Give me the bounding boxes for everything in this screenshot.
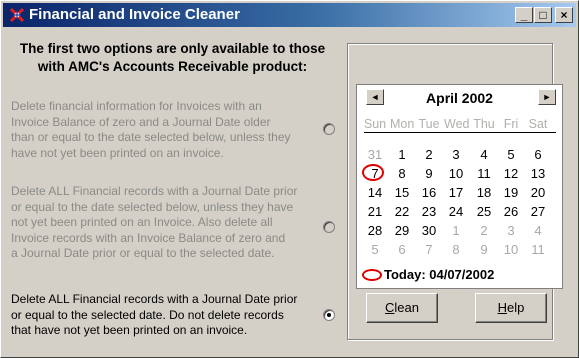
option-1-description: Delete financial information for Invoice…	[11, 99, 311, 161]
option-3-radio[interactable]	[323, 309, 335, 321]
calendar-day[interactable]: 30	[417, 223, 441, 238]
option-3-line: that have not yet been printed on an inv…	[11, 323, 248, 337]
today-label[interactable]: Today: 04/07/2002	[384, 267, 494, 282]
weekday-label: Thu	[473, 117, 495, 131]
weekday-label: Mon	[390, 117, 415, 131]
app-icon	[9, 7, 25, 23]
help-button[interactable]: Help	[475, 293, 547, 323]
month-calendar: ◄ April 2002 ► Sun Mon Tue Wed Thu Fri S…	[356, 84, 563, 289]
calendar-day[interactable]: 19	[499, 185, 523, 200]
option-3-line: or equal to the selected date. Do not de…	[11, 307, 284, 322]
window-title: Financial and Invoice Cleaner	[29, 6, 240, 23]
calendar-day[interactable]: 28	[363, 223, 387, 238]
calendar-day[interactable]: 3	[499, 223, 523, 238]
clean-button[interactable]: Clean	[366, 293, 438, 323]
option-2-line: Invoice records with an Invoice Balance …	[11, 230, 286, 245]
option-2-line: not yet been printed on an Invoice. Also…	[11, 215, 273, 229]
calendar-day[interactable]: 5	[363, 242, 387, 257]
option-2-description: Delete ALL Financial records with a Jour…	[11, 184, 311, 262]
weekday-label: Tue	[418, 117, 440, 131]
calendar-day[interactable]: 21	[363, 204, 387, 219]
calendar-day[interactable]: 8	[444, 242, 468, 257]
calendar-day[interactable]: 6	[390, 242, 414, 257]
heading-line-2: with AMC's Accounts Receivable product:	[37, 59, 308, 74]
weekday-label: Sat	[528, 117, 548, 131]
calendar-day[interactable]: 6	[526, 147, 550, 162]
option-2-line: a Journal Date prior or equal to the sel…	[11, 246, 275, 260]
calendar-day[interactable]: 10	[499, 242, 523, 257]
calendar-day[interactable]: 29	[390, 223, 414, 238]
today-circle-icon	[362, 269, 382, 281]
option-1-line: Delete financial information for Invoice…	[11, 99, 262, 113]
calendar-day[interactable]: 9	[472, 242, 496, 257]
calendar-day[interactable]: 31	[363, 147, 387, 162]
calendar-day[interactable]: 9	[417, 166, 441, 181]
maximize-button[interactable]: □	[534, 7, 552, 23]
weekday-label: Wed	[444, 117, 470, 131]
calendar-day[interactable]: 2	[417, 147, 441, 162]
calendar-day[interactable]: 26	[499, 204, 523, 219]
calendar-day[interactable]: 11	[526, 242, 550, 257]
options-heading: The first two options are only available…	[10, 40, 335, 76]
radio-selected-dot	[327, 313, 331, 317]
calendar-day[interactable]: 1	[444, 223, 468, 238]
calendar-day[interactable]: 8	[390, 166, 414, 181]
calendar-day[interactable]: 14	[363, 185, 387, 200]
option-1-line: than or equal to the date selected below…	[11, 130, 291, 144]
option-3-description: Delete ALL Financial records with a Jour…	[11, 292, 311, 339]
option-2-line: or equal to the date selected below, unl…	[11, 199, 294, 214]
option-2-line: Delete ALL Financial records with a Jour…	[11, 184, 298, 198]
calendar-day[interactable]: 18	[472, 185, 496, 200]
option-3-line: Delete ALL Financial records with a Jour…	[11, 292, 298, 306]
title-bar[interactable]: Financial and Invoice Cleaner _ □ ×	[3, 3, 576, 27]
calendar-day[interactable]: 22	[390, 204, 414, 219]
calendar-day[interactable]: 15	[390, 185, 414, 200]
calendar-day[interactable]: 23	[417, 204, 441, 219]
calendar-day[interactable]: 24	[444, 204, 468, 219]
calendar-day[interactable]: 25	[472, 204, 496, 219]
clean-hotkey: C	[385, 300, 395, 315]
calendar-day[interactable]: 20	[526, 185, 550, 200]
calendar-day[interactable]: 1	[390, 147, 414, 162]
weekday-label: Fri	[503, 117, 519, 131]
help-hotkey: H	[497, 300, 508, 315]
calendar-day[interactable]: 7	[417, 242, 441, 257]
calendar-day[interactable]: 5	[499, 147, 523, 162]
calendar-day[interactable]: 11	[472, 166, 496, 181]
calendar-day[interactable]: 4	[472, 147, 496, 162]
calendar-day[interactable]: 10	[444, 166, 468, 181]
option-1-line: Invoice Balance of zero and a Journal Da…	[11, 114, 271, 129]
calendar-day[interactable]: 16	[417, 185, 441, 200]
calendar-day[interactable]: 27	[526, 204, 550, 219]
close-button[interactable]: ×	[555, 7, 573, 23]
heading-line-1: The first two options are only available…	[19, 41, 326, 56]
weekday-label: Sun	[363, 117, 387, 131]
option-1-radio[interactable]	[323, 123, 335, 135]
option-2-radio[interactable]	[323, 221, 335, 233]
calendar-day[interactable]: 12	[499, 166, 523, 181]
calendar-day[interactable]: 2	[472, 223, 496, 238]
calendar-day[interactable]: 4	[526, 223, 550, 238]
option-1-line: have not yet been printed on an invoice.	[11, 145, 224, 160]
help-label-rest: elp	[507, 300, 525, 315]
selected-day-circle	[362, 164, 384, 181]
calendar-day[interactable]: 3	[444, 147, 468, 162]
weekday-divider	[364, 132, 556, 133]
minimize-button[interactable]: _	[515, 7, 533, 23]
calendar-day[interactable]: 13	[526, 166, 550, 181]
arrow-right-icon: ►	[542, 92, 552, 102]
clean-label-rest: lean	[394, 300, 419, 315]
next-month-button[interactable]: ►	[538, 89, 556, 105]
calendar-day[interactable]: 17	[444, 185, 468, 200]
calendar-month-label[interactable]: April 2002	[357, 90, 562, 106]
